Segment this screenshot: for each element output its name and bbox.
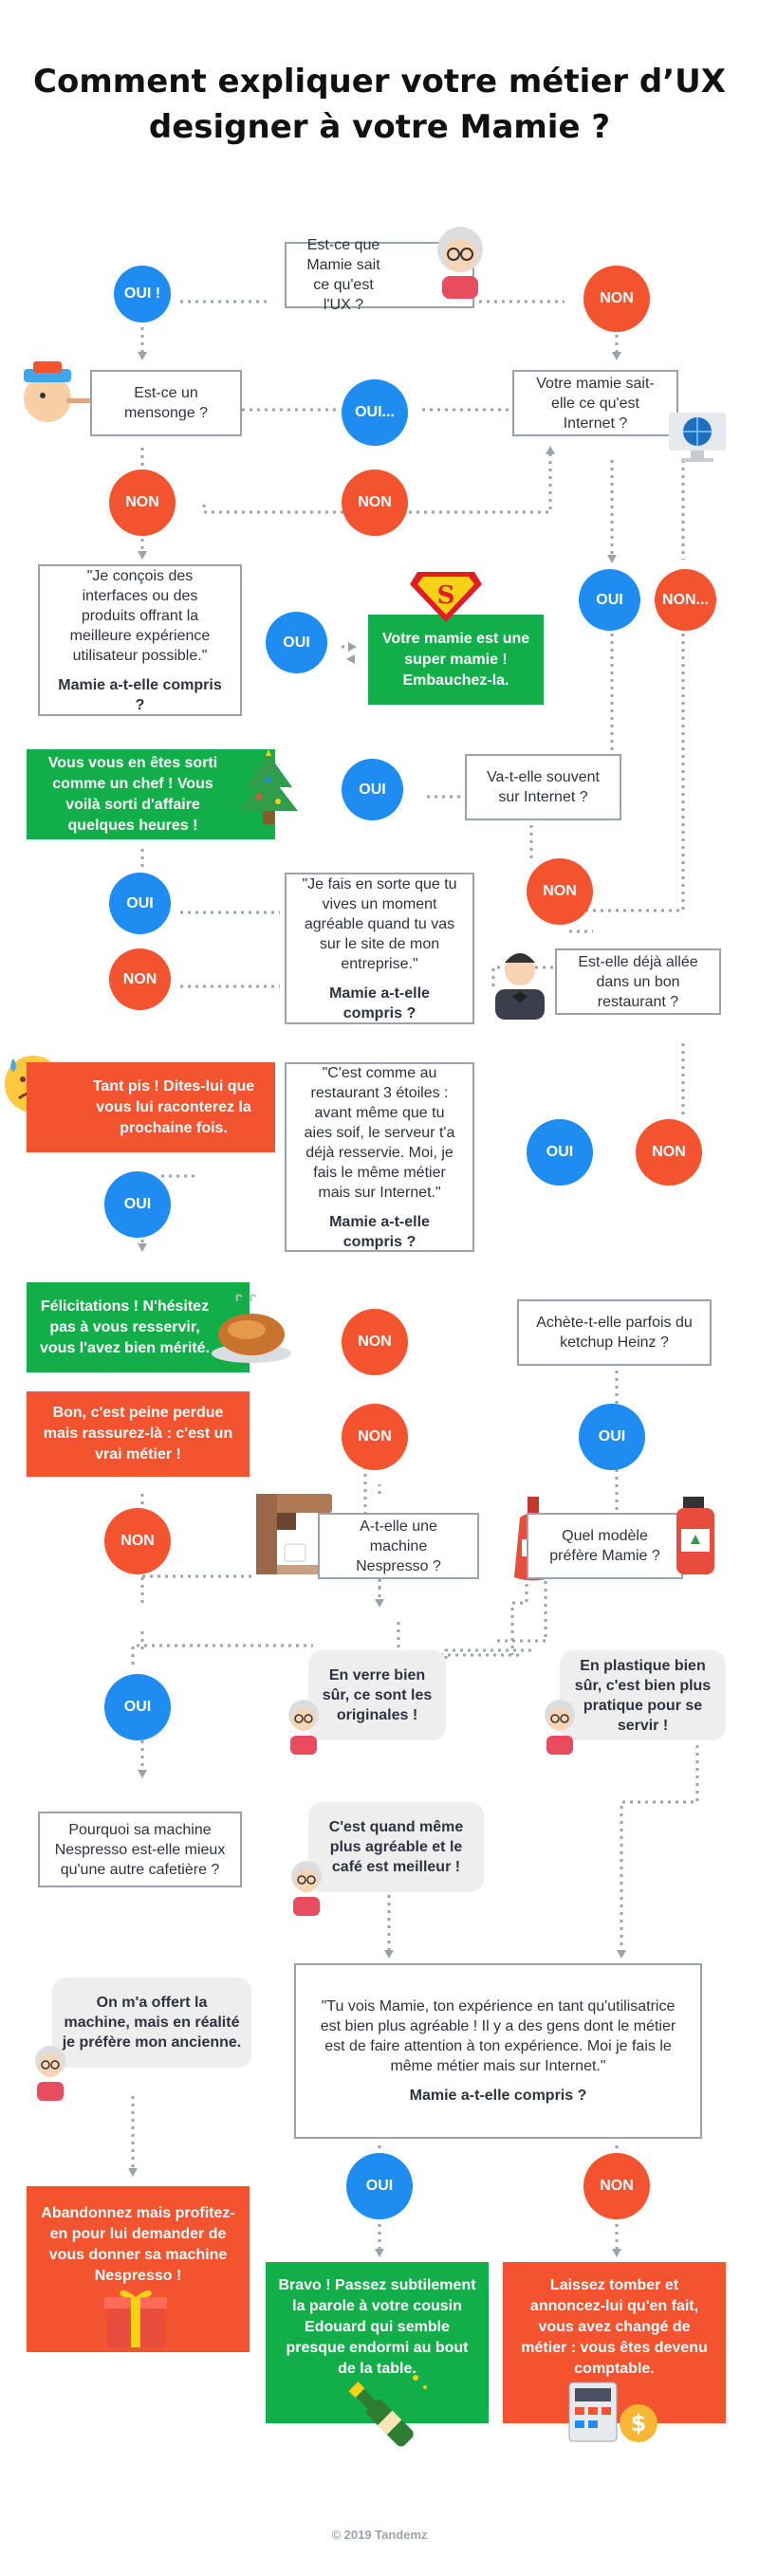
box-restaurant-question: Est-elle déjà allée dans un bon restaura… xyxy=(555,948,721,1015)
copyright-footer: © 2019 Tandemz xyxy=(331,2528,428,2542)
oui-circle-often: OUI xyxy=(342,759,403,820)
bubble-glass: En verre bien sûr, ce sont les originale… xyxy=(308,1650,446,1740)
grandma-icon xyxy=(27,2044,74,2106)
non-circle-start: NON xyxy=(583,266,650,332)
box-model-question: Quel modèle préfère Mamie ? xyxy=(527,1513,683,1579)
non-circle-often: NON xyxy=(527,858,593,925)
non-circle-internet: NON xyxy=(342,469,408,536)
box-lie-text: Est-ce un mensonge ? xyxy=(123,385,209,421)
banner-too-bad: Tant pis ! Dites-lui que vous lui racont… xyxy=(27,1062,275,1152)
svg-text:S: S xyxy=(437,581,455,610)
bubble-nicer: C'est quand même plus agréable et le caf… xyxy=(308,1802,484,1892)
non-dots-circle-internet: NON... xyxy=(655,569,716,631)
champagne-icon xyxy=(332,2366,436,2461)
oui-circle-nespresso: OUI xyxy=(104,1674,171,1740)
box-internet-question: Votre mamie sait-elle ce qu'est Internet… xyxy=(512,370,678,436)
final-text: "Tu vois Mamie, ton expérience en tant q… xyxy=(320,1998,676,2074)
box-three-stars: "C'est comme au restaurant 3 étoiles : a… xyxy=(285,1062,474,1252)
three-stars-text: "C'est comme au restaurant 3 étoiles : a… xyxy=(304,1064,455,1201)
nespresso-text: A-t-elle une machine Nespresso ? xyxy=(356,1518,441,1574)
often-internet-text: Va-t-elle souvent sur Internet ? xyxy=(487,769,600,805)
box-lie-question: Est-ce un mensonge ? xyxy=(90,370,242,436)
oui-circle-restaurant: OUI xyxy=(527,1119,593,1186)
calculator-icon: $ xyxy=(567,2381,662,2452)
understood-question: Mamie a-t-elle compris ? xyxy=(58,676,222,713)
oui-circle-internet: OUI xyxy=(579,569,640,631)
box-nespresso-question: A-t-elle une machine Nespresso ? xyxy=(318,1513,479,1579)
gift-icon xyxy=(102,2286,169,2352)
designs-text: "Je conçois des interfaces ou des produi… xyxy=(69,567,211,664)
banner-lost: Bon, c'est peine perdue mais rassurez-là… xyxy=(27,1391,250,1477)
internet-globe-icon xyxy=(664,403,731,474)
svg-text:$: $ xyxy=(631,2410,647,2437)
box-why-nespresso: Pourquoi sa machine Nespresso est-elle m… xyxy=(38,1812,242,1887)
oui-circle-moment: OUI xyxy=(109,873,171,934)
oui-circle-final: OUI xyxy=(346,2153,413,2219)
waiter-icon xyxy=(482,944,558,1024)
superman-logo-icon: S xyxy=(408,567,484,629)
oui-circle-start: OUI ! xyxy=(114,266,171,322)
pinocchio-icon xyxy=(14,356,100,436)
oui-circle-three-stars: OUI xyxy=(104,1171,171,1238)
restaurant-text: Est-elle déjà allée dans un bon restaura… xyxy=(578,953,698,1010)
understood-question: Mamie a-t-elle compris ? xyxy=(329,984,430,1021)
box-final-statement: "Tu vois Mamie, ton expérience en tant q… xyxy=(294,1963,702,2139)
grandma-icon xyxy=(536,1698,583,1759)
oui-circle-designs: OUI xyxy=(266,612,327,673)
which-model-text: Quel modèle préfère Mamie ? xyxy=(549,1528,660,1564)
why-nespresso-text: Pourquoi sa machine Nespresso est-elle m… xyxy=(54,1821,226,1878)
non-circle-restaurant: NON xyxy=(636,1119,702,1186)
christmas-tree-icon xyxy=(235,749,302,844)
grandma-icon xyxy=(280,1698,327,1759)
box-ketchup-question: Achète-t-elle parfois du ketchup Heinz ? xyxy=(517,1299,712,1366)
box-often-internet: Va-t-elle souvent sur Internet ? xyxy=(465,754,621,820)
box-designs-statement: "Je conçois des interfaces ou des produi… xyxy=(38,564,242,716)
non-circle-moment: NON xyxy=(109,948,171,1010)
understood-question: Mamie a-t-elle compris ? xyxy=(329,1213,430,1250)
non-circle-ketchup: NON xyxy=(342,1404,408,1470)
box-start-text: Est-ce que Mamie sait ce qu'est l'UX ? xyxy=(306,237,380,313)
bubble-gift-machine: On m'a offert la machine, mais en réalit… xyxy=(52,1978,251,2068)
page-title: Comment expliquer votre métier d’UX desi… xyxy=(33,63,726,146)
bubble-plastic: En plastique bien sûr, c'est bien plus p… xyxy=(560,1650,726,1740)
oui-dots-circle: OUI... xyxy=(342,379,408,446)
ketchup-text: Achète-t-elle parfois du ketchup Heinz ? xyxy=(536,1315,693,1351)
grandma-icon xyxy=(427,223,493,304)
moment-text: "Je fais en sorte que tu vives un moment… xyxy=(302,875,457,972)
non-circle-final: NON xyxy=(583,2153,650,2219)
non-circle-nespresso: NON xyxy=(104,1508,171,1574)
non-circle-three-stars: NON xyxy=(342,1309,408,1375)
ketchup-bottles-icon xyxy=(672,1497,724,1587)
grandma-icon xyxy=(283,1859,330,1921)
non-circle-lie: NON xyxy=(109,469,176,536)
flowchart: Comment expliquer votre métier d’UX desi… xyxy=(0,0,759,2576)
oui-circle-ketchup: OUI xyxy=(579,1404,645,1470)
understood-question: Mamie a-t-elle compris ? xyxy=(409,2088,587,2104)
box-moment-statement: "Je fais en sorte que tu vives un moment… xyxy=(285,873,474,1024)
roast-turkey-icon xyxy=(209,1292,294,1372)
box-internet-text: Votre mamie sait-elle ce qu'est Internet… xyxy=(536,375,655,432)
